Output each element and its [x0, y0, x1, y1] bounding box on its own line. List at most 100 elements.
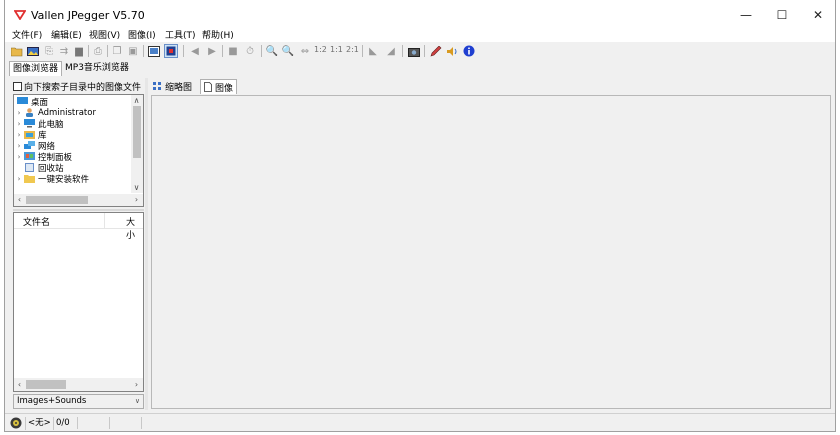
app-logo-icon [14, 10, 26, 20]
library-icon [24, 130, 35, 139]
tree-item-libraries[interactable]: › 库 [14, 129, 47, 141]
tree-item-software-folder[interactable]: › 一键安装软件 [14, 173, 89, 185]
chevron-right-icon[interactable]: › [14, 109, 24, 117]
window-title: Vallen JPegger V5.70 [31, 9, 145, 22]
menu-view[interactable]: 视图(V) [89, 30, 120, 42]
chevron-right-icon[interactable]: › [14, 153, 24, 161]
column-filename[interactable]: 文件名 [23, 215, 50, 228]
status-field-2: 0/0 [53, 417, 72, 430]
print-icon[interactable]: ⎙ [91, 44, 105, 58]
column-size[interactable]: 大小 [126, 215, 143, 241]
close-button[interactable]: ✕ [801, 0, 835, 30]
rotate-left-icon[interactable]: ◣ [366, 44, 380, 58]
zoom-half-button[interactable]: 1:2 [314, 45, 327, 54]
document-icon [204, 82, 212, 92]
menu-file[interactable]: 文件(F) [12, 30, 42, 42]
tree-item-recycle-bin[interactable]: 回收站 [14, 162, 64, 174]
slideshow-icon[interactable] [147, 44, 161, 58]
paste-icon[interactable]: ▣ [126, 44, 140, 58]
move-file-icon[interactable]: ⇉ [57, 44, 71, 58]
info-icon[interactable] [462, 44, 476, 58]
search-subdirs-checkbox[interactable]: 向下搜索子目录中的图像文件 [13, 80, 142, 93]
tree-item-administrator[interactable]: › Administrator [14, 107, 96, 118]
toolbar: ⎘ ⇉ ▆ ⎙ ❐ ▣ ◀ ▶ ■ ⏱ 🔍 🔍 ⇔ 1:2 1:1 2:1 ◣ … [5, 43, 835, 60]
file-type-filter-select[interactable]: Images+Sounds ∨ [13, 394, 144, 409]
zoom-out-icon[interactable]: 🔍 [281, 44, 295, 58]
browser-tabs: 图像浏览器 MP3音乐浏览器 [5, 61, 835, 76]
tree-item-desktop[interactable]: 桌面 [14, 96, 48, 108]
menu-help[interactable]: 帮助(H) [202, 30, 234, 42]
timer-icon[interactable]: ⏱ [243, 44, 257, 58]
desktop-icon [17, 97, 28, 106]
open-folder-icon[interactable] [10, 44, 24, 58]
checkbox-box[interactable] [13, 81, 22, 91]
recycle-bin-icon [24, 163, 35, 172]
rotate-right-icon[interactable]: ◢ [384, 44, 398, 58]
zoom-double-button[interactable]: 2:1 [346, 45, 359, 54]
user-icon [24, 108, 35, 117]
chevron-right-icon[interactable]: › [14, 175, 24, 183]
pen-tool-icon[interactable] [429, 44, 443, 58]
file-list-horizontal-scrollbar[interactable]: ‹ › [14, 378, 143, 391]
scroll-left-icon[interactable]: ‹ [14, 194, 25, 205]
image-viewer-area[interactable] [151, 95, 831, 409]
chevron-right-icon[interactable]: › [14, 120, 24, 128]
scroll-down-icon[interactable]: ∨ [131, 182, 142, 193]
previous-icon[interactable]: ◀ [188, 44, 202, 58]
scroll-up-icon[interactable]: ∧ [131, 95, 142, 106]
open-image-icon[interactable] [26, 44, 40, 58]
scroll-right-icon[interactable]: › [131, 379, 142, 390]
vertical-splitter[interactable] [145, 78, 148, 410]
fit-window-icon[interactable]: ⇔ [298, 44, 312, 58]
scroll-right-icon[interactable]: › [131, 194, 142, 205]
fullscreen-toggle-icon[interactable] [164, 44, 178, 58]
zoom-in-icon[interactable]: 🔍 [265, 44, 279, 58]
menu-bar: 文件(F) 编辑(E) 视图(V) 图像(I) 工具(T) 帮助(H) [5, 30, 835, 42]
scroll-thumb[interactable] [133, 106, 141, 158]
chevron-down-icon[interactable]: ∨ [135, 395, 140, 408]
scroll-thumb[interactable] [26, 380, 66, 389]
folder-icon [24, 174, 35, 183]
scroll-left-icon[interactable]: ‹ [14, 379, 25, 390]
title-bar: Vallen JPegger V5.70 — ☐ ✕ [5, 0, 835, 30]
chevron-right-icon[interactable]: › [14, 142, 24, 150]
tree-item-this-pc[interactable]: › 此电脑 [14, 118, 64, 130]
camera-icon[interactable] [407, 44, 421, 58]
tab-image-browser[interactable]: 图像浏览器 [9, 61, 63, 76]
file-list[interactable]: 文件名 大小 ‹ › [13, 212, 144, 392]
tab-image[interactable]: 图像 [200, 79, 238, 94]
copy-file-icon[interactable]: ⎘ [42, 44, 56, 58]
delete-file-icon[interactable]: ▆ [72, 44, 86, 58]
file-list-header: 文件名 大小 [14, 213, 143, 241]
sound-icon[interactable] [445, 44, 459, 58]
folder-tree[interactable]: 桌面 › Administrator › 此电脑 › 库 › 网络 › 控制面板… [13, 94, 144, 207]
pane-splitter[interactable] [13, 209, 144, 211]
computer-icon [24, 119, 35, 128]
copy-icon[interactable]: ❐ [110, 44, 124, 58]
status-bar: <无> 0/0 [5, 413, 835, 431]
zoom-actual-button[interactable]: 1:1 [330, 45, 343, 54]
app-window: Vallen JPegger V5.70 — ☐ ✕ 文件(F) 编辑(E) 视… [4, 0, 836, 432]
tree-item-network[interactable]: › 网络 [14, 140, 55, 152]
tab-mp3-browser[interactable]: MP3音乐浏览器 [62, 61, 132, 76]
search-subdirs-label: 向下搜索子目录中的图像文件 [24, 82, 142, 93]
status-field-1: <无> [25, 417, 53, 430]
control-panel-icon [24, 152, 35, 161]
left-pane: 向下搜索子目录中的图像文件 桌面 › Administrator › 此电脑 ›… [13, 78, 144, 410]
menu-image[interactable]: 图像(I) [128, 30, 156, 42]
minimize-button[interactable]: — [729, 0, 763, 30]
disc-icon [10, 417, 22, 429]
maximize-button[interactable]: ☐ [765, 0, 799, 30]
tab-thumbnails[interactable]: 缩略图 [150, 79, 195, 94]
thumbnails-icon [153, 82, 161, 90]
scroll-thumb[interactable] [26, 196, 88, 204]
menu-tools[interactable]: 工具(T) [165, 30, 196, 42]
stop-icon[interactable]: ■ [226, 44, 240, 58]
menu-edit[interactable]: 编辑(E) [51, 30, 82, 42]
network-icon [24, 141, 35, 150]
tree-horizontal-scrollbar[interactable]: ‹ › [14, 194, 143, 206]
tree-vertical-scrollbar[interactable]: ∧ ∨ [131, 95, 143, 193]
tree-item-control-panel[interactable]: › 控制面板 [14, 151, 72, 163]
next-icon[interactable]: ▶ [205, 44, 219, 58]
chevron-right-icon[interactable]: › [14, 131, 24, 139]
